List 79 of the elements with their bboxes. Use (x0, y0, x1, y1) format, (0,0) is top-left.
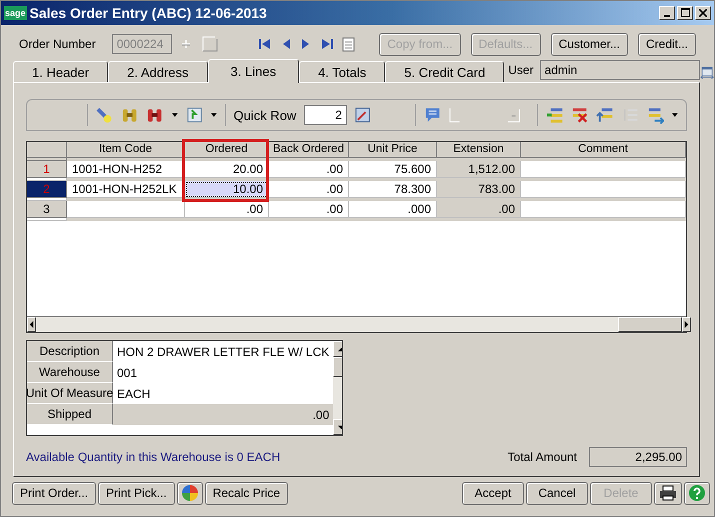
first-record-icon[interactable] (258, 37, 272, 52)
total-amount-field: 2,295.00 (589, 447, 687, 468)
insert-line-icon[interactable] (546, 106, 564, 124)
color-wheel-button[interactable] (176, 482, 203, 505)
column-header[interactable]: Ordered (185, 142, 269, 158)
caret-icon[interactable] (210, 113, 217, 118)
row-number[interactable]: 1 (27, 161, 67, 178)
row-number[interactable]: 3 (27, 201, 67, 218)
delete-line-icon[interactable] (571, 106, 588, 124)
footer-button[interactable]: Recalc Price (204, 482, 288, 505)
header-button[interactable]: Customer... (550, 32, 628, 56)
header-button[interactable]: Credit... (638, 32, 696, 56)
table-cell: .00 (269, 161, 349, 178)
help-button[interactable] (684, 482, 710, 505)
table-cell: 75.600 (349, 161, 437, 178)
table-cell: 10.00 (185, 181, 269, 198)
column-header[interactable]: Back Ordered (269, 142, 349, 158)
detail-label: Description (27, 341, 113, 362)
scroll-left-icon[interactable] (28, 321, 35, 328)
table-cell: .00 (185, 201, 269, 218)
table-cell: 1001-HON-H252LK (67, 181, 185, 198)
flashlight-icon[interactable] (96, 106, 114, 124)
swap-lines-icon[interactable] (646, 106, 664, 124)
footer-button[interactable]: Print Order... (12, 482, 96, 505)
checkbox-icon[interactable] (449, 107, 461, 124)
last-record-icon[interactable] (320, 37, 334, 52)
app-logo: sage (4, 6, 27, 20)
notepad-icon[interactable] (342, 36, 355, 52)
total-amount-label: Total Amount (508, 450, 577, 464)
minimize-button[interactable] (659, 6, 675, 20)
close-icon (699, 8, 707, 17)
lookup-icon[interactable] (202, 36, 218, 52)
window-title: Sales Order Entry (ABC) 12-06-2013 (30, 4, 267, 21)
tab[interactable]: 3. Lines (208, 59, 300, 84)
table-cell: .00 (269, 201, 349, 218)
tab[interactable]: 2. Address (108, 61, 208, 82)
printer-icon (659, 485, 677, 502)
table-cell: .000 (349, 201, 437, 218)
table-cell: .00 (437, 201, 521, 218)
refresh-icon[interactable] (186, 106, 203, 124)
minimize-icon (664, 14, 670, 17)
caret-icon[interactable] (672, 113, 678, 118)
table-cell: 20.00 (185, 161, 269, 178)
column-header[interactable]: Comment (521, 142, 686, 158)
maximize-button[interactable] (677, 6, 693, 20)
table-cell: 783.00 (437, 181, 521, 198)
table-cell: 1001-HON-H252 (67, 161, 185, 178)
detail-label: Unit Of Measure (27, 383, 113, 404)
table-cell: 78.300 (349, 181, 437, 198)
column-header[interactable]: Extension (437, 142, 521, 158)
zoom-icon[interactable] (354, 107, 370, 124)
user-field[interactable]: admin (540, 60, 700, 80)
binoculars-icon[interactable] (146, 106, 164, 124)
maximize-icon (680, 8, 690, 18)
column-header[interactable]: Item Code (67, 142, 185, 158)
user-label: User (508, 63, 534, 78)
print-button[interactable] (654, 482, 682, 505)
footer-button[interactable]: Print Pick... (98, 482, 175, 505)
table-cell: .00 (269, 181, 349, 198)
binoculars-icon[interactable] (121, 106, 138, 124)
tab[interactable]: 5. Credit Card (385, 61, 504, 82)
tab[interactable]: 4. Totals (299, 61, 386, 82)
scrollbar-thumb[interactable] (618, 317, 682, 332)
order-number-label: Order Number (19, 37, 96, 52)
detail-label: Warehouse (27, 362, 113, 384)
tab[interactable]: 1. Header (13, 61, 108, 82)
quick-row-label: Quick Row (233, 108, 296, 123)
table-cell: 1,512.00 (437, 161, 521, 178)
detail-value[interactable]: .00 (113, 404, 334, 426)
detail-label: Shipped (27, 404, 113, 426)
footer-button[interactable]: Cancel (526, 482, 588, 505)
column-header[interactable]: Unit Price (349, 142, 437, 158)
status-message: Available Quantity in this Warehouse is 0 EACH (26, 450, 280, 464)
quick-row-field[interactable]: 2 (304, 105, 347, 126)
close-button[interactable] (695, 6, 711, 20)
comment-icon[interactable] (424, 106, 442, 124)
move-up-icon[interactable] (596, 106, 614, 124)
caret-icon[interactable] (172, 113, 178, 118)
footer-button[interactable]: Accept (462, 482, 524, 505)
